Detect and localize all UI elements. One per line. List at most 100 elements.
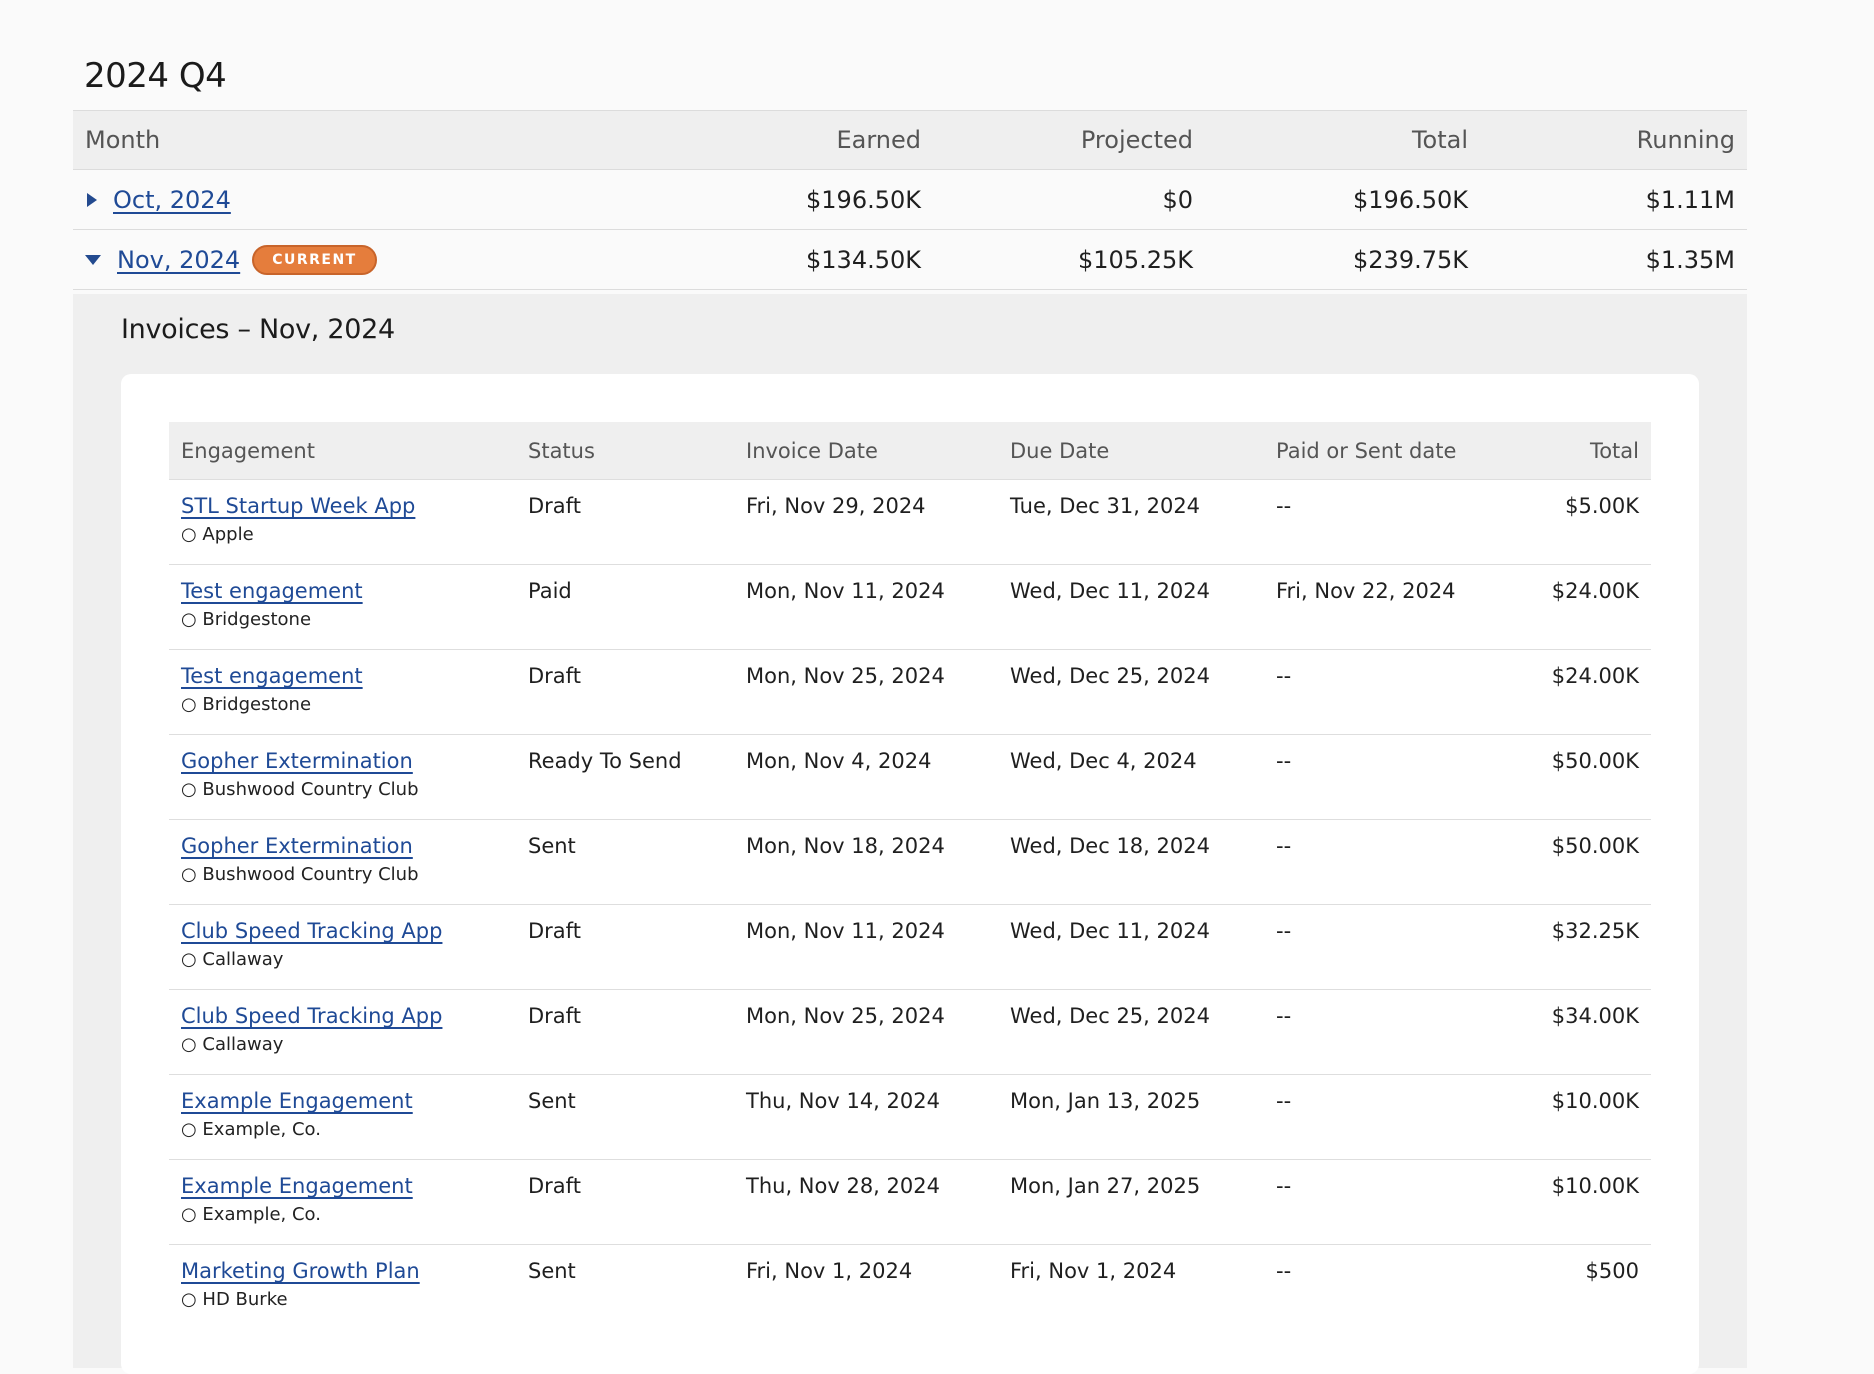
engagement-link[interactable]: Example Engagement bbox=[181, 1174, 528, 1198]
client-name: ○ Bushwood Country Club bbox=[181, 864, 419, 885]
engagement-cell: STL Startup Week App ○ Apple bbox=[181, 494, 528, 545]
total-cell: $50.00K bbox=[1551, 834, 1639, 858]
engagement-cell: Club Speed Tracking App ○ Callaway bbox=[181, 1004, 528, 1055]
engagement-cell: Gopher Extermination ○ Bushwood Country … bbox=[181, 749, 528, 800]
total-cell: $50.00K bbox=[1551, 749, 1639, 773]
paid-sent-date-cell: -- bbox=[1276, 749, 1292, 773]
total-cell: $5.00K bbox=[1565, 494, 1639, 518]
column-header-total: Total bbox=[1589, 438, 1639, 463]
table-row: Club Speed Tracking App ○ Callaway Draft… bbox=[169, 905, 1651, 990]
engagement-link[interactable]: Club Speed Tracking App bbox=[181, 919, 528, 943]
status-cell: Draft bbox=[528, 1174, 581, 1198]
summary-row-oct[interactable]: Oct, 2024 $196.50K $0 $196.50K $1.11M bbox=[73, 170, 1747, 230]
status-cell: Draft bbox=[528, 664, 581, 688]
total-cell: $32.25K bbox=[1551, 919, 1639, 943]
engagement-cell: Marketing Growth Plan ○ HD Burke bbox=[181, 1259, 528, 1310]
paid-sent-date-cell: -- bbox=[1276, 834, 1292, 858]
total-cell: $10.00K bbox=[1551, 1174, 1639, 1198]
current-badge: CURRENT bbox=[252, 244, 377, 275]
client-name: ○ Bushwood Country Club bbox=[181, 779, 419, 800]
due-date-cell: Wed, Dec 11, 2024 bbox=[1010, 919, 1210, 943]
caret-right-icon[interactable] bbox=[87, 192, 97, 207]
engagement-link[interactable]: Club Speed Tracking App bbox=[181, 1004, 528, 1028]
invoice-date-cell: Mon, Nov 18, 2024 bbox=[746, 834, 945, 858]
caret-down-icon[interactable] bbox=[85, 254, 101, 265]
table-row: Test engagement ○ Bridgestone Paid Mon, … bbox=[169, 565, 1651, 650]
invoices-title: Invoices – Nov, 2024 bbox=[121, 314, 395, 345]
client-name: ○ Apple bbox=[181, 524, 254, 545]
invoice-date-cell: Thu, Nov 28, 2024 bbox=[746, 1174, 940, 1198]
client-name: ○ Callaway bbox=[181, 949, 284, 970]
earned-value: $134.50K bbox=[806, 245, 921, 274]
engagement-link[interactable]: Test engagement bbox=[181, 664, 528, 688]
table-row: Test engagement ○ Bridgestone Draft Mon,… bbox=[169, 650, 1651, 735]
paid-sent-date-cell: -- bbox=[1276, 494, 1292, 518]
engagement-link[interactable]: Example Engagement bbox=[181, 1089, 528, 1113]
total-value: $239.75K bbox=[1353, 245, 1468, 274]
quarter-summary-table: Month Earned Projected Total Running Oct… bbox=[73, 110, 1747, 290]
engagement-link[interactable]: Gopher Extermination bbox=[181, 834, 528, 858]
invoices-card: Engagement Status Invoice Date Due Date … bbox=[121, 374, 1699, 1374]
status-cell: Ready To Send bbox=[528, 749, 682, 773]
due-date-cell: Mon, Jan 13, 2025 bbox=[1010, 1089, 1201, 1113]
invoice-date-cell: Thu, Nov 14, 2024 bbox=[746, 1089, 940, 1113]
due-date-cell: Wed, Dec 25, 2024 bbox=[1010, 1004, 1210, 1028]
invoice-date-cell: Mon, Nov 11, 2024 bbox=[746, 919, 945, 943]
invoices-header-row: Engagement Status Invoice Date Due Date … bbox=[169, 422, 1651, 480]
column-header-paid-sent-date: Paid or Sent date bbox=[1276, 438, 1457, 463]
invoice-date-cell: Fri, Nov 29, 2024 bbox=[746, 494, 926, 518]
table-row: Gopher Extermination ○ Bushwood Country … bbox=[169, 735, 1651, 820]
client-name: ○ Example, Co. bbox=[181, 1204, 321, 1225]
client-name: ○ Example, Co. bbox=[181, 1119, 321, 1140]
month-cell: Oct, 2024 bbox=[85, 186, 661, 214]
running-value: $1.35M bbox=[1645, 245, 1735, 274]
column-header-projected: Projected bbox=[1080, 126, 1193, 154]
table-row: Club Speed Tracking App ○ Callaway Draft… bbox=[169, 990, 1651, 1075]
invoice-date-cell: Mon, Nov 25, 2024 bbox=[746, 1004, 945, 1028]
month-link-oct[interactable]: Oct, 2024 bbox=[113, 186, 231, 214]
paid-sent-date-cell: -- bbox=[1276, 1259, 1292, 1283]
table-row: Example Engagement ○ Example, Co. Draft … bbox=[169, 1160, 1651, 1245]
engagement-link[interactable]: STL Startup Week App bbox=[181, 494, 528, 518]
invoice-date-cell: Mon, Nov 25, 2024 bbox=[746, 664, 945, 688]
page: 2024 Q4 Month Earned Projected Total Run… bbox=[0, 0, 1874, 1374]
expanded-month-panel: Invoices – Nov, 2024 Engagement Status I… bbox=[73, 294, 1747, 1374]
due-date-cell: Tue, Dec 31, 2024 bbox=[1010, 494, 1201, 518]
projected-value: $0 bbox=[1162, 185, 1193, 214]
status-cell: Draft bbox=[528, 494, 581, 518]
due-date-cell: Wed, Dec 11, 2024 bbox=[1010, 579, 1210, 603]
paid-sent-date-cell: -- bbox=[1276, 1004, 1292, 1028]
status-cell: Paid bbox=[528, 579, 572, 603]
month-link-nov[interactable]: Nov, 2024 bbox=[117, 246, 240, 274]
engagement-cell: Example Engagement ○ Example, Co. bbox=[181, 1174, 528, 1225]
status-cell: Draft bbox=[528, 1004, 581, 1028]
column-header-month: Month bbox=[85, 126, 161, 154]
status-cell: Draft bbox=[528, 919, 581, 943]
total-cell: $10.00K bbox=[1551, 1089, 1639, 1113]
engagement-cell: Gopher Extermination ○ Bushwood Country … bbox=[181, 834, 528, 885]
column-header-running: Running bbox=[1636, 126, 1735, 154]
engagement-link[interactable]: Marketing Growth Plan bbox=[181, 1259, 528, 1283]
paid-sent-date-cell: Fri, Nov 22, 2024 bbox=[1276, 579, 1456, 603]
column-header-total: Total bbox=[1411, 126, 1468, 154]
summary-row-nov[interactable]: Nov, 2024 CURRENT $134.50K $105.25K $239… bbox=[73, 230, 1747, 290]
engagement-link[interactable]: Test engagement bbox=[181, 579, 528, 603]
projected-value: $105.25K bbox=[1078, 245, 1193, 274]
invoice-date-cell: Fri, Nov 1, 2024 bbox=[746, 1259, 913, 1283]
paid-sent-date-cell: -- bbox=[1276, 1174, 1292, 1198]
total-cell: $24.00K bbox=[1551, 579, 1639, 603]
paid-sent-date-cell: -- bbox=[1276, 1089, 1292, 1113]
total-cell: $34.00K bbox=[1551, 1004, 1639, 1028]
due-date-cell: Wed, Dec 25, 2024 bbox=[1010, 664, 1210, 688]
total-cell: $24.00K bbox=[1551, 664, 1639, 688]
column-header-due-date: Due Date bbox=[1010, 438, 1110, 463]
client-name: ○ Bridgestone bbox=[181, 694, 312, 715]
engagement-cell: Club Speed Tracking App ○ Callaway bbox=[181, 919, 528, 970]
page-title: 2024 Q4 bbox=[84, 56, 227, 96]
engagement-link[interactable]: Gopher Extermination bbox=[181, 749, 528, 773]
table-row: STL Startup Week App ○ Apple Draft Fri, … bbox=[169, 480, 1651, 565]
engagement-cell: Test engagement ○ Bridgestone bbox=[181, 664, 528, 715]
column-header-status: Status bbox=[528, 438, 595, 463]
summary-header-row: Month Earned Projected Total Running bbox=[73, 110, 1747, 170]
column-header-invoice-date: Invoice Date bbox=[746, 438, 878, 463]
